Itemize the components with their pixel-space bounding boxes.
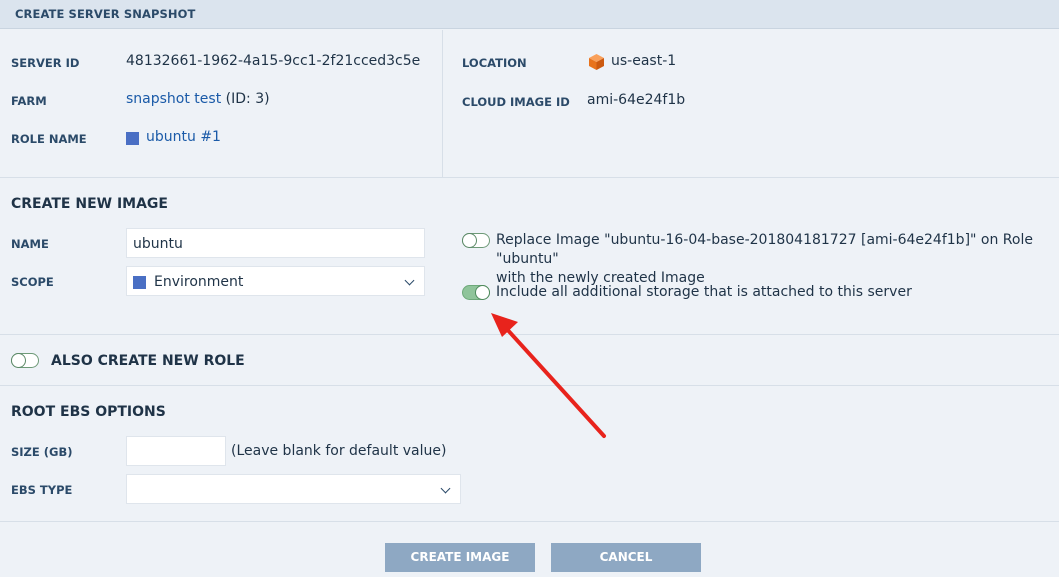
annotation-arrow-icon <box>491 313 606 438</box>
